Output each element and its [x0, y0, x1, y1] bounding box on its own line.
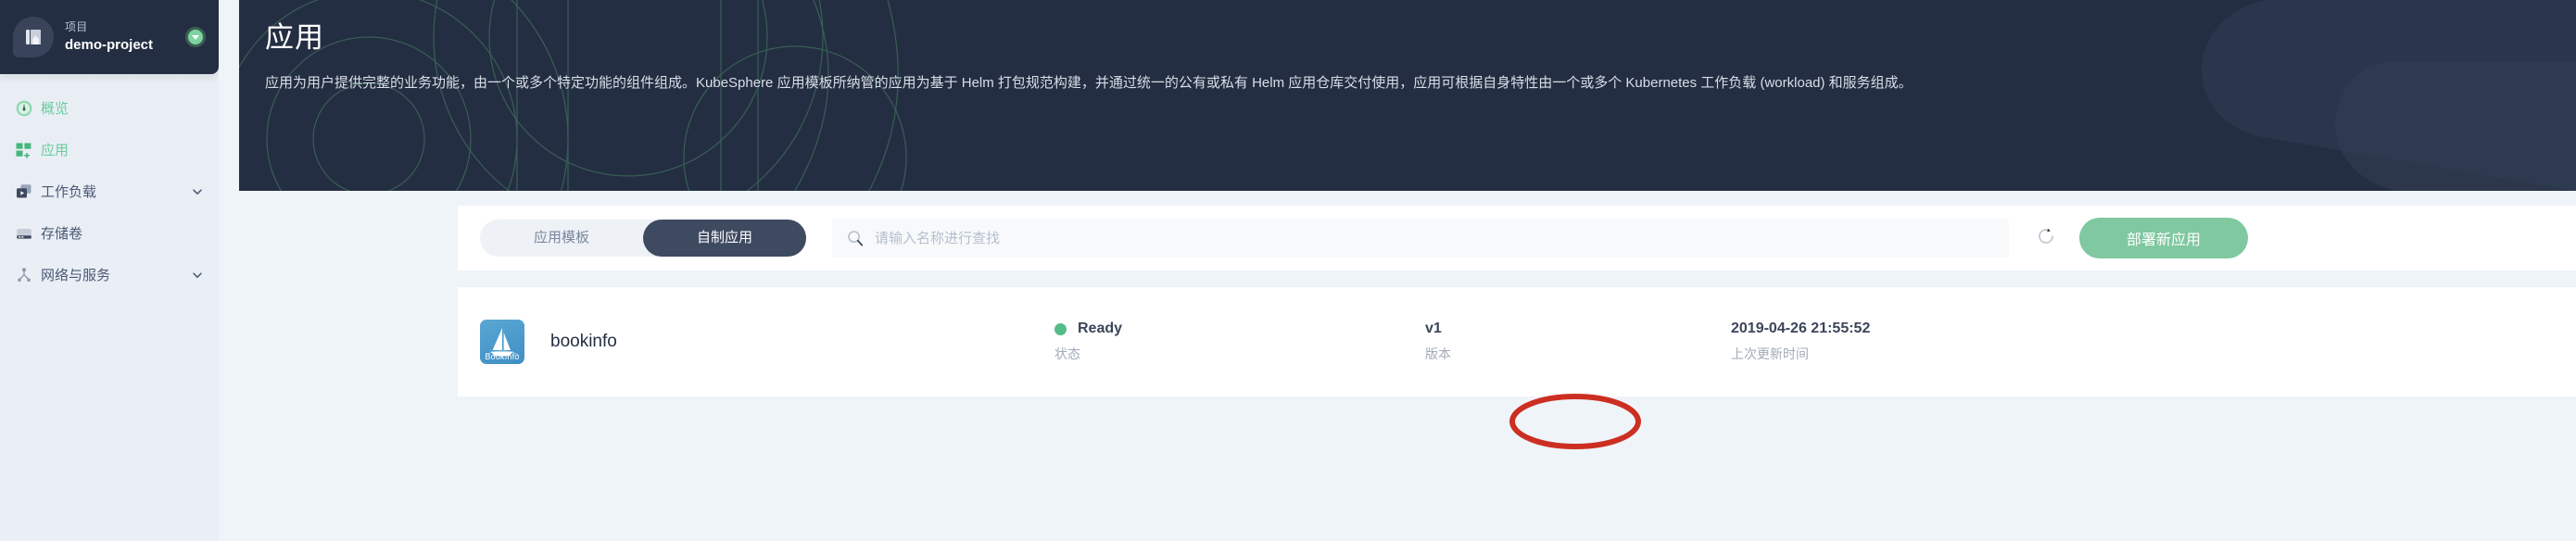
sidebar-item-applications[interactable]: 应用	[0, 129, 219, 170]
dashboard-icon	[7, 99, 41, 118]
updated-cell: 2019-04-26 21:55:52 上次更新时间	[1731, 321, 2548, 363]
status-text: Ready	[1078, 321, 1123, 336]
chevron-down-icon[interactable]	[189, 185, 206, 198]
sidebar-item-label: 网络与服务	[41, 268, 111, 283]
sidebar: 项目 demo-project 概览 应用 工作负载 存储卷 网络与服务	[0, 0, 219, 541]
tab-custom-apps[interactable]: 自制应用	[643, 220, 806, 257]
deploy-new-app-button[interactable]: 部署新应用	[2079, 218, 2248, 258]
version-cell: v1 版本	[1425, 321, 1731, 363]
tab-app-templates[interactable]: 应用模板	[480, 220, 643, 257]
version-column-label: 版本	[1425, 346, 1451, 361]
sidebar-item-label: 应用	[41, 143, 69, 158]
project-name: demo-project	[65, 36, 154, 53]
refresh-icon	[2035, 225, 2057, 252]
app-cell: BookInfo bookinfo	[480, 320, 1054, 364]
app-name: bookinfo	[550, 332, 617, 351]
project-selector[interactable]: 项目 demo-project	[0, 0, 219, 74]
view-tabs: 应用模板 自制应用	[480, 220, 806, 257]
page-banner: 应用 应用为用户提供完整的业务功能，由一个或多个特定功能的组件组成。KubeSp…	[239, 0, 2576, 191]
application-page: 项目 demo-project 概览 应用 工作负载 存储卷 网络与服务 应用 …	[0, 0, 2576, 541]
project-meta: 项目 demo-project	[65, 21, 202, 53]
table-row[interactable]: BookInfo bookinfo Ready 状态 v1 版本 2019-04…	[458, 287, 2576, 396]
refresh-button[interactable]	[2026, 218, 2066, 258]
page-description: 应用为用户提供完整的业务功能，由一个或多个特定功能的组件组成。KubeSpher…	[265, 75, 1913, 92]
apps-grid-icon	[7, 141, 41, 159]
search-box[interactable]	[832, 219, 2009, 258]
bookinfo-app-icon: BookInfo	[480, 320, 524, 364]
search-input[interactable]	[875, 230, 1996, 246]
updated-column-label: 上次更新时间	[1731, 346, 1809, 361]
chevron-down-icon[interactable]	[189, 269, 206, 282]
sidebar-item-label: 概览	[41, 101, 69, 117]
project-board-icon	[13, 17, 54, 57]
status-cell: Ready 状态	[1054, 321, 1425, 363]
status-dot-icon	[1054, 322, 1067, 335]
app-icon-caption: BookInfo	[485, 352, 520, 361]
sidebar-item-label: 工作负载	[41, 184, 97, 200]
banner-inner: 应用 应用为用户提供完整的业务功能，由一个或多个特定功能的组件组成。KubeSp…	[239, 0, 2576, 98]
sidebar-item-network-services[interactable]: 网络与服务	[0, 254, 219, 296]
chevron-down-icon[interactable]	[185, 27, 206, 47]
page-title: 应用	[265, 21, 324, 54]
toolbar: 应用模板 自制应用 请输入名称进行查找 部署新应用	[458, 206, 2576, 270]
project-label: 项目	[65, 20, 88, 33]
status-column-label: 状态	[1054, 346, 1080, 361]
main-content: 应用 应用为用户提供完整的业务功能，由一个或多个特定功能的组件组成。KubeSp…	[219, 0, 2576, 541]
volume-icon	[7, 224, 41, 243]
network-icon	[7, 266, 41, 284]
sidebar-item-workloads[interactable]: 工作负载	[0, 170, 219, 212]
updated-value: 2019-04-26 21:55:52	[1731, 321, 1871, 336]
search-icon	[845, 229, 865, 247]
workload-icon	[7, 182, 41, 201]
sidebar-item-overview[interactable]: 概览	[0, 87, 219, 129]
version-value: v1	[1425, 321, 1442, 336]
sidebar-item-volumes[interactable]: 存储卷	[0, 212, 219, 254]
sidebar-item-label: 存储卷	[41, 226, 83, 242]
status-badge: Ready	[1054, 321, 1425, 337]
sidebar-nav: 概览 应用 工作负载 存储卷 网络与服务	[0, 74, 219, 296]
